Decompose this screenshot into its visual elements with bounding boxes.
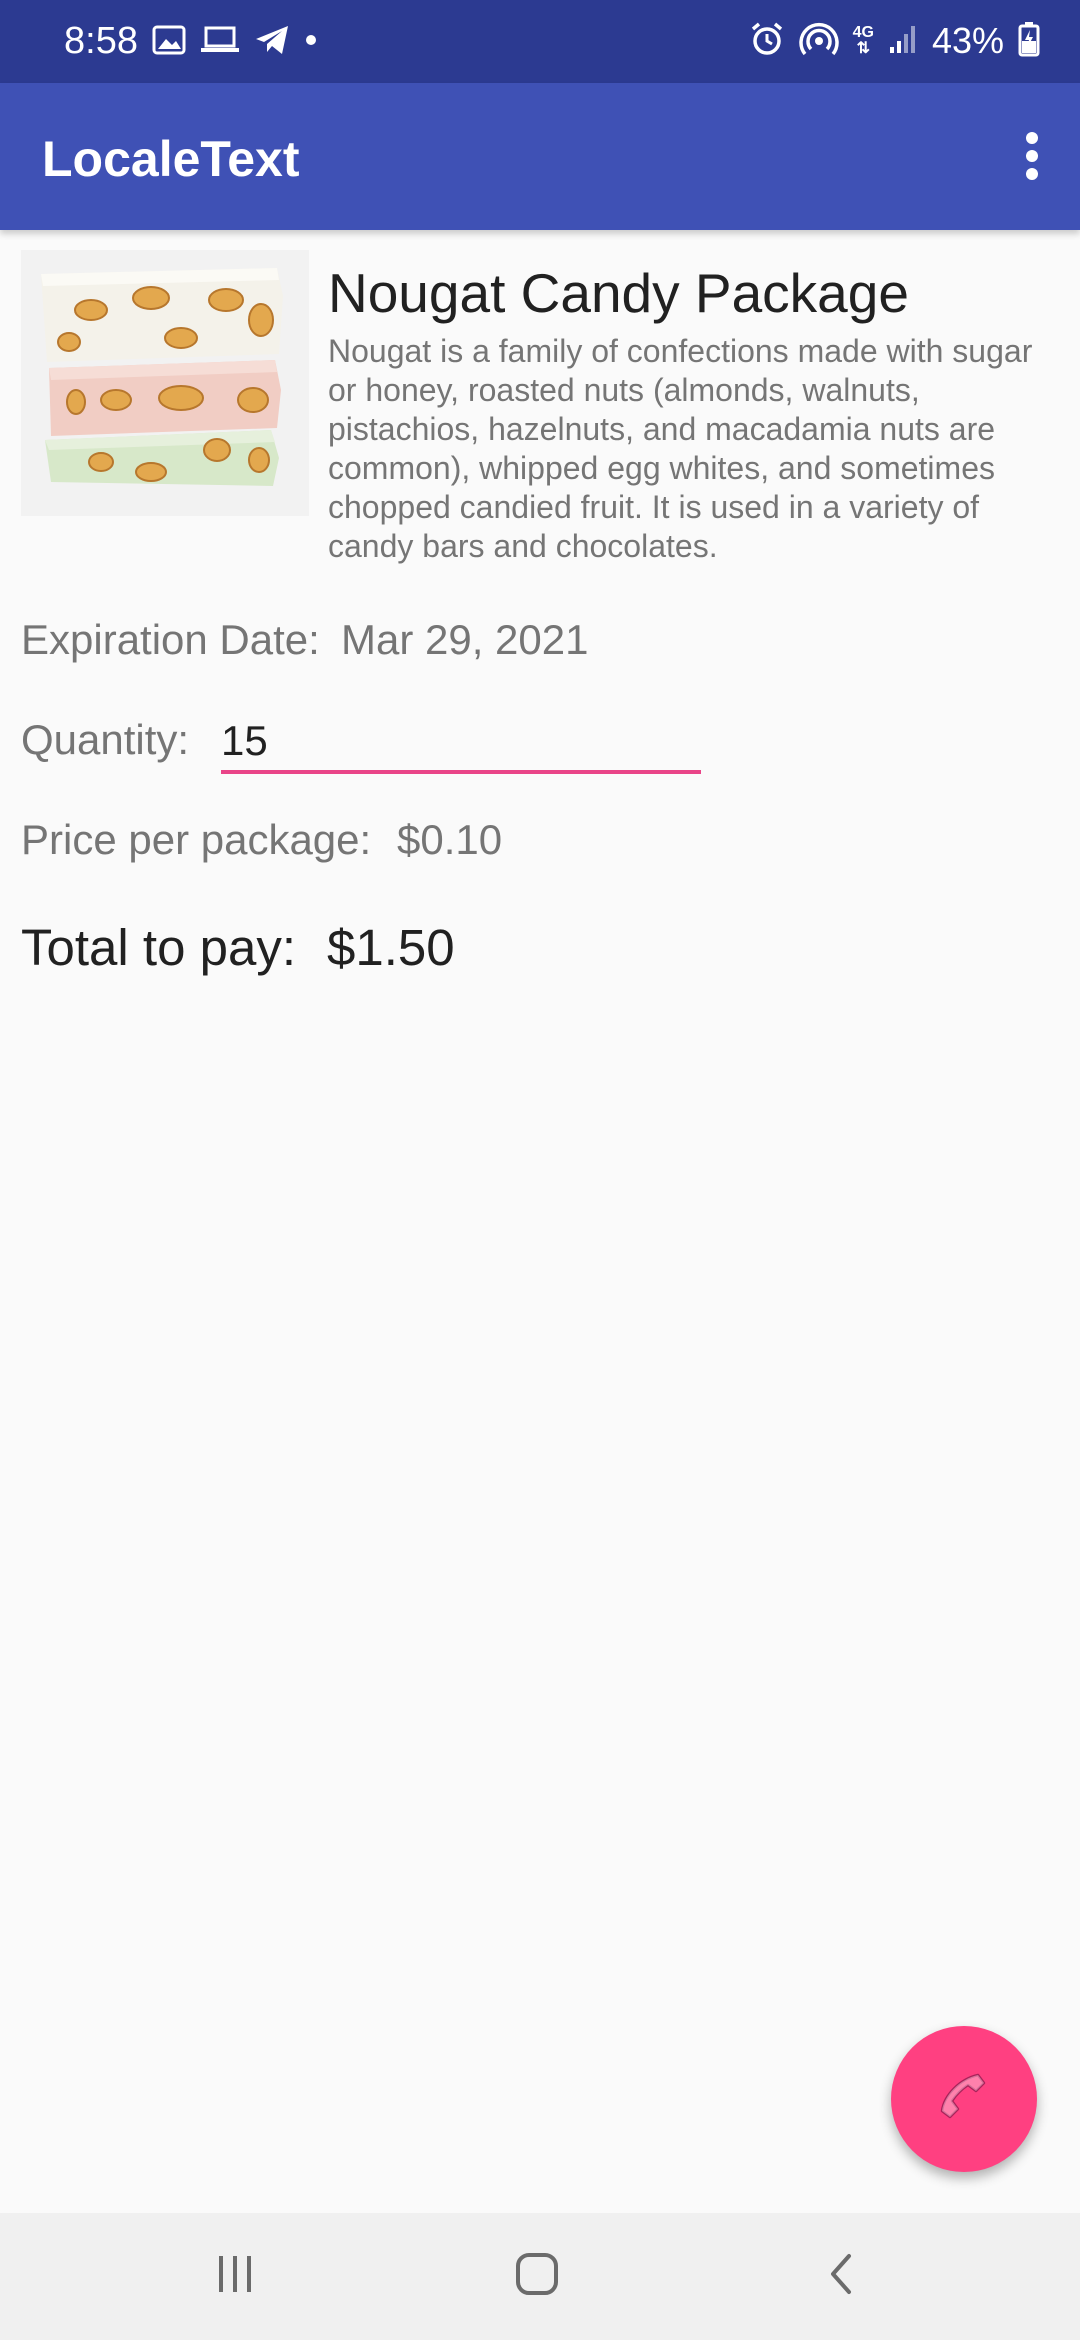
status-time: 8:58 xyxy=(64,20,138,62)
network-type-icon: 4G ⇅ xyxy=(852,24,874,57)
recents-button[interactable] xyxy=(135,2213,335,2340)
notification-icons xyxy=(152,22,318,62)
back-button[interactable] xyxy=(740,2213,940,2340)
product-title: Nougat Candy Package xyxy=(328,262,909,324)
more-vert-icon xyxy=(1024,131,1040,185)
battery-charging-icon xyxy=(1018,21,1040,62)
expiration-date-label: Expiration Date: xyxy=(21,616,320,663)
system-icons: 4G ⇅ 43% xyxy=(749,18,1040,64)
quantity-input[interactable] xyxy=(221,712,701,774)
expiration-date-value: Mar 29, 2021 xyxy=(341,616,589,663)
hotspot-icon xyxy=(798,21,839,62)
total-to-pay-label: Total to pay: xyxy=(21,919,296,976)
image-icon xyxy=(152,25,186,60)
battery-percent: 43% xyxy=(931,20,1004,61)
price-per-package-value: $0.10 xyxy=(397,816,503,863)
app-bar: LocaleText xyxy=(0,83,1080,230)
status-bar: 8:58 4G ⇅ 43% xyxy=(0,0,1080,83)
home-icon xyxy=(515,2252,559,2301)
product-image xyxy=(21,250,309,516)
telegram-icon xyxy=(254,24,290,61)
call-fab-button[interactable] xyxy=(891,2026,1037,2172)
app-title: LocaleText xyxy=(42,131,300,187)
price-per-package-label: Price per package: xyxy=(21,816,372,863)
phone-icon xyxy=(936,2069,992,2130)
nougat-image xyxy=(41,268,283,486)
overflow-menu-button[interactable] xyxy=(984,113,1080,203)
laptop-icon xyxy=(200,25,240,60)
signal-icon xyxy=(888,23,918,60)
quantity-label: Quantity: xyxy=(21,716,190,763)
total-to-pay-value: $1.50 xyxy=(327,919,455,976)
alarm-icon xyxy=(749,21,785,62)
recents-icon xyxy=(215,2254,255,2299)
home-button[interactable] xyxy=(437,2213,637,2340)
product-description: Nougat is a family of confections made w… xyxy=(328,333,1033,564)
dot-icon xyxy=(304,33,318,52)
navigation-bar xyxy=(0,2213,1080,2340)
back-icon xyxy=(825,2252,855,2301)
